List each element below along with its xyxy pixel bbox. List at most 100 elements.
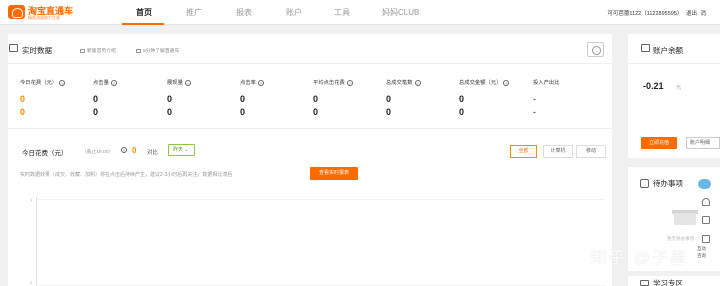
help-icon[interactable]: ? [503,79,510,86]
view-realtime-report-button[interactable]: 查看实时报表 [310,167,358,180]
logo-car-icon [8,5,25,19]
trend-help: ? [119,147,127,154]
help-icon[interactable]: ? [184,79,191,86]
nav-home[interactable]: 首页 [136,7,152,18]
todo-empty-text: 暂无待办事项 [667,236,694,241]
y-tick-bottom: 0 [30,280,33,285]
nav-active-indicator [122,23,164,25]
metric-orders-label: 总成交笔数? [386,78,421,86]
book-icon [640,280,649,286]
floating-toolbar: 互动 咨询 [696,179,718,274]
calendar-icon [640,179,649,188]
metric-label-text: 点击率 [240,80,256,86]
help-icon[interactable]: ? [414,79,421,86]
divider [8,128,612,129]
message-link[interactable]: 消 [700,11,706,17]
metric-impressions-compare: 0 [167,107,173,117]
compare-label: 对比 [147,150,159,156]
todo-title: 待办事项 [653,179,683,188]
help-icon[interactable]: ? [121,147,127,153]
nav-tools[interactable]: 工具 [334,7,350,18]
trend-label: 今日花费（元） [22,150,68,157]
metric-label-text: 总成交金额（元） [459,80,502,86]
metric-roi-today: - [533,94,536,104]
trend-value: 0 [132,146,137,155]
nav-account[interactable]: 账户 [286,7,302,18]
compare-select[interactable]: 昨天 ⌄ [168,144,195,156]
help-icon[interactable]: ? [346,79,353,86]
account-detail-button[interactable]: 账户明细 [686,137,720,149]
logout-link[interactable]: 退出 [686,11,697,17]
y-tick-top: 1 [30,197,33,202]
metric-spend-label: 今日花费（元）? [20,78,66,86]
bell-icon[interactable] [702,198,710,206]
intro-link-label: 新版首页介绍 [87,49,116,54]
play-icon [136,49,141,53]
account-name[interactable]: 可可芭蕾1122（1122895595） [607,11,682,17]
guide-link-label: 5分钟了解直通车 [143,49,180,54]
message-icon[interactable] [702,235,710,243]
metric-roi-label: 投入产出比 [533,78,560,86]
float-label-consult[interactable]: 咨询 [697,253,706,259]
watermark: 知乎 @子墨 [591,250,688,267]
metric-roi-compare: - [533,107,536,117]
help-icon[interactable]: ? [110,79,117,86]
nav-promotion[interactable]: 推广 [186,7,202,18]
help-icon[interactable]: ? [59,79,66,86]
divider [628,63,720,64]
metric-label-text: 平均点击花费 [313,80,345,86]
metric-impressions-label: 展现量? [167,78,191,86]
balance-title: 账户余额 [653,46,683,55]
float-label-interact[interactable]: 互动 [697,246,706,252]
metric-cpc-today: 0 [313,94,319,104]
help-icon[interactable]: ? [257,79,264,86]
metric-ctr-label: 点击率? [240,78,264,86]
divider [8,63,612,64]
metric-impressions-today: 0 [167,94,173,104]
wallet-icon [641,44,650,52]
trend-hint: 实时数据效果（成交、收藏、加购）将在点击后持续产生，建议2-3小时后再关注，数据… [20,172,233,178]
document-icon[interactable] [702,216,710,224]
segment-mobile[interactable]: 移动 [576,145,606,158]
metric-clicks-today: 0 [93,94,99,104]
metric-label-text: 总成交笔数 [386,80,413,86]
metric-ctr-today: 0 [240,94,246,104]
metric-gmv-today: 0 [459,94,465,104]
metric-clicks-label: 点击量? [93,78,117,86]
metric-orders-today: 0 [386,94,392,104]
account-info: 可可芭蕾1122（1122895595） 退出 消 [605,9,706,17]
compare-select-value: 昨天 [173,147,184,153]
balance-value: -0.21 [643,81,664,91]
study-title: 学习专区 [653,279,683,286]
settings-gear-button[interactable] [587,42,604,57]
recharge-button[interactable]: 立即充值 [641,137,677,149]
metric-spend-compare: 0 [20,107,26,117]
metric-gmv-label: 总成交金额（元）? [459,78,510,86]
segment-pc[interactable]: 计算机 [543,145,573,158]
metric-label-text: 展现量 [167,80,183,86]
monitor-icon [9,44,18,52]
metric-label-text: 点击量 [93,80,109,86]
compare-extra: · [205,148,207,154]
chevron-down-icon: ⌄ [183,147,189,153]
metric-orders-compare: 0 [386,107,392,117]
segment-all[interactable]: 全部 [510,145,537,158]
metric-label-text: 投入产出比 [533,80,560,86]
metric-label-text: 今日花费（元） [20,80,58,86]
top-nav-bar: 淘宝直通车 精准流量助力生意 首页 推广 报表 账户 工具 妈妈CLUB 可可芭… [0,0,720,25]
nav-reports[interactable]: 报表 [236,7,252,18]
metric-cpc-compare: 0 [313,107,319,117]
play-icon [80,49,85,53]
metric-gmv-compare: 0 [459,107,465,117]
trend-chart [36,197,605,286]
intro-link[interactable]: 新版首页介绍 [80,47,116,54]
metric-spend-today: 0 [20,94,26,104]
metric-clicks-compare: 0 [93,107,99,117]
chart-gridline [37,199,605,200]
guide-link[interactable]: 5分钟了解直通车 [136,47,179,54]
nav-mama-club[interactable]: 妈妈CLUB [382,7,419,18]
chat-bubble-icon[interactable] [698,179,711,189]
metric-cpc-label: 平均点击花费? [313,78,353,86]
trend-cutoff-time: （截止18:00） [82,150,114,155]
logo[interactable]: 淘宝直通车 精准流量助力生意 [8,4,98,21]
